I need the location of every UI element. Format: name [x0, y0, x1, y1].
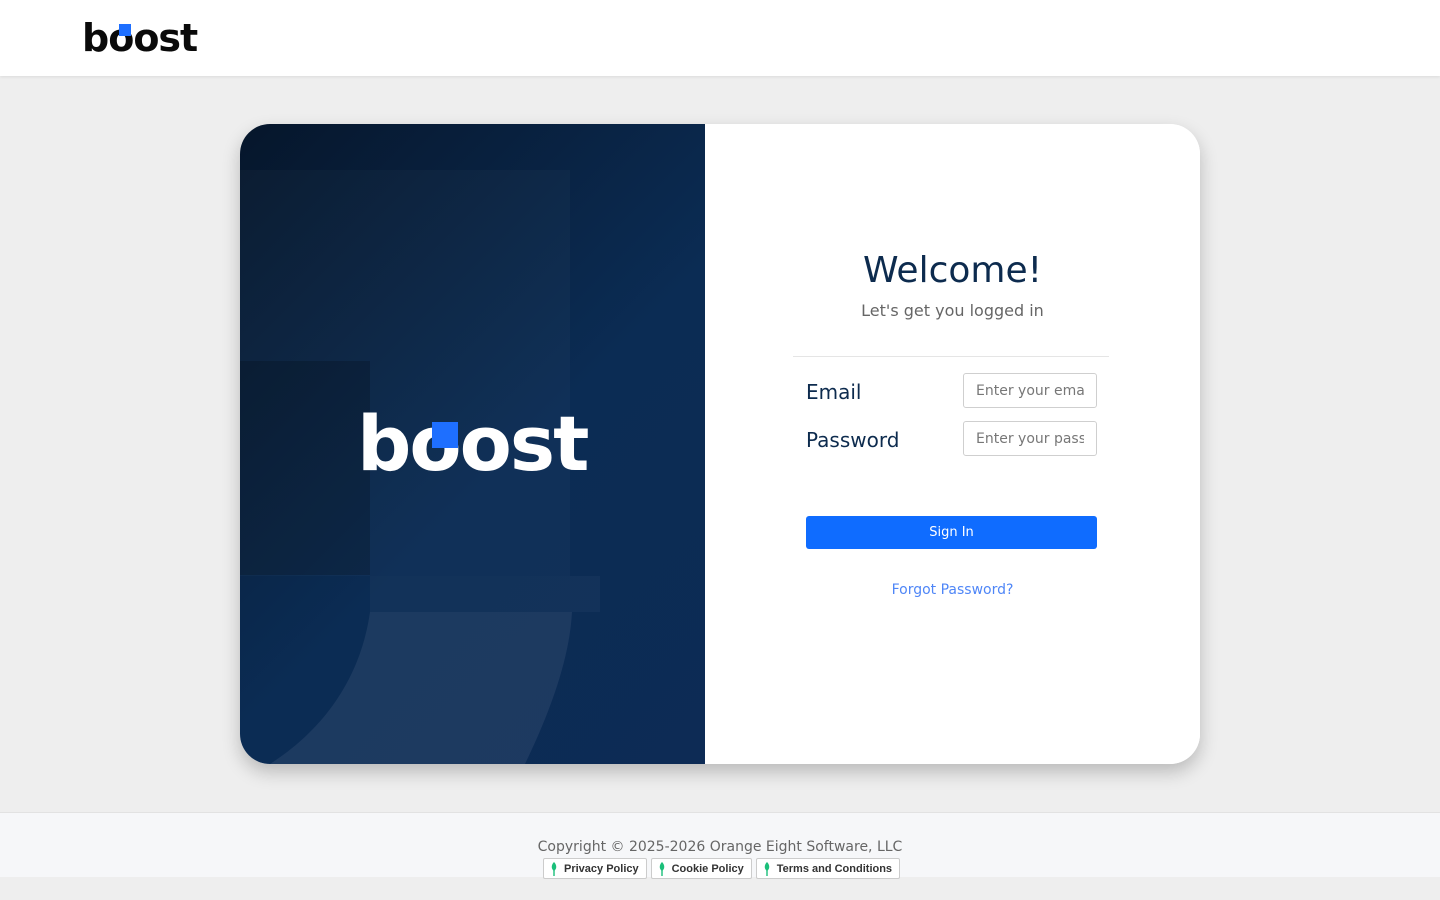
top-navbar: b o ost — [0, 0, 1440, 76]
hero-decor-arc — [270, 612, 572, 764]
hero-logo-accent-square — [431, 422, 458, 448]
password-input[interactable] — [963, 421, 1097, 456]
email-input[interactable] — [963, 373, 1097, 408]
privacy-policy-label: Privacy Policy — [564, 862, 639, 875]
leaf-icon — [764, 861, 769, 876]
logo-letter-o: o — [108, 16, 134, 60]
forgot-password-link[interactable]: Forgot Password? — [705, 580, 1200, 600]
hero-decor-strip — [370, 576, 600, 612]
brand-logo[interactable]: b o ost — [82, 14, 198, 62]
password-label: Password — [806, 428, 900, 452]
hero-logo-letters-rest: ost — [459, 399, 590, 488]
hero-logo: b o ost — [357, 399, 590, 488]
leaf-icon — [659, 861, 664, 876]
hero-logo-letter-o: o — [409, 404, 461, 484]
hero-logo-letter-b: b — [357, 399, 411, 488]
login-form-panel: Welcome! Let's get you logged in Email P… — [705, 124, 1200, 764]
logo-letters-rest: ost — [133, 16, 198, 60]
sign-in-button[interactable]: Sign In — [806, 516, 1097, 549]
leaf-icon — [551, 861, 557, 876]
cookie-policy-link[interactable]: Cookie Policy — [650, 858, 752, 879]
footer: Copyright © 2025-2026 Orange Eight Softw… — [0, 812, 1440, 879]
privacy-policy-link[interactable]: Privacy Policy — [543, 858, 647, 879]
terms-and-conditions-link[interactable]: Terms and Conditions — [755, 858, 901, 879]
welcome-subtitle: Let's get you logged in — [861, 301, 1044, 320]
login-card: b o ost Welcome! Let's get you logged in… — [240, 124, 1200, 764]
cookie-policy-label: Cookie Policy — [671, 862, 744, 875]
footer-links: Privacy Policy Cookie Policy Terms and C… — [543, 858, 901, 879]
logo-accent-square — [119, 24, 132, 36]
hero-decor-rect-dark — [240, 361, 370, 575]
email-label: Email — [806, 380, 862, 404]
terms-and-conditions-label: Terms and Conditions — [776, 862, 893, 875]
hero-panel: b o ost — [240, 124, 705, 764]
form-divider — [793, 356, 1109, 357]
copyright-text: Copyright © 2025-2026 Orange Eight Softw… — [537, 839, 903, 855]
welcome-title: Welcome! — [862, 250, 1043, 291]
logo-letter-b: b — [82, 16, 109, 60]
